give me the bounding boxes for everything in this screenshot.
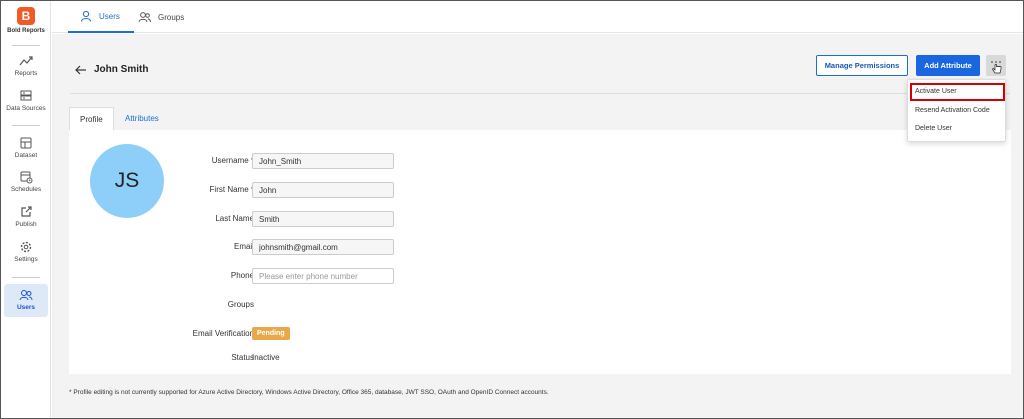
avatar: JS <box>90 144 164 218</box>
user-icon <box>81 10 91 22</box>
hand-cursor-icon <box>991 60 1002 73</box>
status-value: Inactive <box>252 353 280 362</box>
brand-logo[interactable]: B Bold Reports <box>1 7 51 34</box>
database-icon <box>20 90 32 101</box>
main-content: John Smith Manage Permissions Add Attrib… <box>52 34 1023 418</box>
username-field[interactable] <box>252 153 394 169</box>
username-label: Username * <box>211 156 254 165</box>
sidebar-item-label: Dataset <box>14 152 38 159</box>
sidebar: B Bold Reports Reports Data Sources Data… <box>1 1 51 418</box>
email-label: Email <box>233 242 254 251</box>
phone-field[interactable] <box>252 268 394 284</box>
sidebar-item-label: Data Sources <box>6 105 46 112</box>
brand-name: Bold Reports <box>7 28 45 34</box>
groups-label: Groups <box>227 300 254 309</box>
menu-item-activate-user[interactable]: Activate User <box>910 83 1005 101</box>
sidebar-divider <box>12 277 40 278</box>
sidebar-item-publish[interactable]: Publish <box>4 205 48 228</box>
sidebar-item-label: Publish <box>15 221 37 228</box>
sidebar-item-schedules[interactable]: Schedules <box>4 170 48 193</box>
more-options-button[interactable] <box>986 55 1006 76</box>
last-name-label: Last Name <box>215 214 254 223</box>
sidebar-item-label: Schedules <box>10 186 42 193</box>
footnote: * Profile editing is not currently suppo… <box>69 389 549 396</box>
tab-groups[interactable]: Groups <box>138 1 184 33</box>
last-name-field[interactable] <box>252 211 394 227</box>
sidebar-item-reports[interactable]: Reports <box>4 54 48 77</box>
tab-attributes[interactable]: Attributes <box>115 107 169 131</box>
sidebar-divider <box>12 125 40 126</box>
sidebar-item-users[interactable]: Users <box>4 284 48 317</box>
manage-permissions-button[interactable]: Manage Permissions <box>816 55 908 76</box>
sidebar-item-data-sources[interactable]: Data Sources <box>4 89 48 112</box>
sidebar-item-label: Settings <box>14 256 38 263</box>
trend-icon <box>19 56 33 66</box>
first-name-field[interactable] <box>252 182 394 198</box>
bold-reports-logo-icon: B <box>17 7 35 25</box>
menu-item-resend-activation-code[interactable]: Resend Activation Code <box>908 102 1007 120</box>
sidebar-item-dataset[interactable]: Dataset <box>4 136 48 159</box>
sidebar-item-label: Reports <box>14 70 38 77</box>
profile-card: JS Username * First Name * Last Name Ema… <box>69 130 1011 374</box>
users-icon <box>19 290 33 301</box>
publish-icon <box>21 206 32 217</box>
email-field[interactable] <box>252 239 394 255</box>
more-options-menu: Activate User Resend Activation Code Del… <box>907 79 1006 142</box>
calendar-clock-icon <box>20 171 33 184</box>
sidebar-item-label: Users <box>16 304 36 311</box>
tab-users-label: Users <box>99 11 120 21</box>
tab-profile[interactable]: Profile <box>69 107 114 131</box>
email-verification-label: Email Verification <box>192 329 254 338</box>
page-title: John Smith <box>94 64 149 75</box>
status-badge: Pending <box>252 327 290 340</box>
phone-label: Phone <box>230 271 254 280</box>
sidebar-divider <box>12 45 40 46</box>
top-tab-bar: Users Groups <box>52 1 1023 33</box>
header-divider <box>70 93 1010 94</box>
first-name-label: First Name * <box>209 185 254 194</box>
sidebar-item-settings[interactable]: Settings <box>4 240 48 263</box>
tab-users[interactable]: Users <box>68 1 134 33</box>
status-label: Status <box>231 353 254 362</box>
tab-groups-label: Groups <box>158 12 185 22</box>
gear-icon <box>20 241 32 253</box>
add-attribute-button[interactable]: Add Attribute <box>916 55 980 76</box>
menu-item-delete-user[interactable]: Delete User <box>908 120 1007 138</box>
dataset-icon <box>20 137 32 149</box>
back-arrow-icon[interactable] <box>75 65 87 75</box>
group-icon <box>138 12 151 23</box>
